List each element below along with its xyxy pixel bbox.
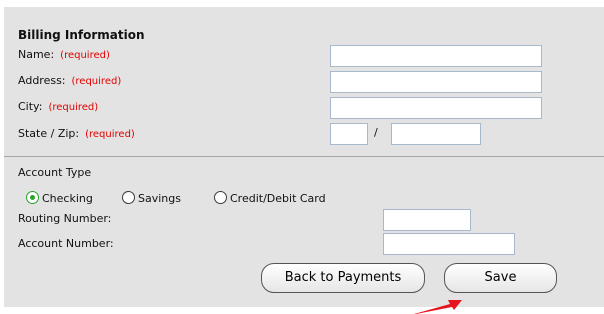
radio-card-label: Credit/Debit Card <box>230 192 326 205</box>
radio-unchecked-icon[interactable] <box>214 191 227 204</box>
radio-savings[interactable]: Savings <box>122 191 181 205</box>
address-label-row: Address: (required) <box>18 74 121 87</box>
zip-field[interactable] <box>391 123 481 145</box>
account-type-label: Account Type <box>18 166 92 179</box>
account-number-field[interactable] <box>383 233 515 255</box>
statezip-label-row: State / Zip: (required) <box>18 127 135 140</box>
name-label-row: Name: (required) <box>18 48 110 61</box>
billing-form-panel: Billing Information Name: (required) Addr… <box>4 7 604 307</box>
city-label-row: City: (required) <box>18 100 98 113</box>
city-label: City: <box>18 100 43 113</box>
radio-savings-label: Savings <box>138 192 181 205</box>
routing-number-field[interactable] <box>383 209 471 231</box>
billing-title: Billing Information <box>18 28 145 42</box>
name-required: (required) <box>60 50 110 61</box>
statezip-label: State / Zip: <box>18 127 80 140</box>
back-to-payments-button[interactable]: Back to Payments <box>261 263 425 293</box>
radio-card[interactable]: Credit/Debit Card <box>214 191 326 205</box>
section-divider <box>4 156 604 157</box>
city-required: (required) <box>48 102 99 113</box>
name-field[interactable] <box>330 45 542 67</box>
radio-unchecked-icon[interactable] <box>122 191 135 204</box>
statezip-required: (required) <box>85 129 135 140</box>
radio-checking[interactable]: Checking <box>26 191 93 205</box>
state-field[interactable] <box>330 123 368 145</box>
radio-checking-label: Checking <box>42 192 93 205</box>
save-button[interactable]: Save <box>444 263 557 293</box>
name-label: Name: <box>18 48 55 61</box>
radio-checked-icon[interactable] <box>26 191 39 204</box>
address-field[interactable] <box>330 71 542 93</box>
city-field[interactable] <box>330 97 542 119</box>
routing-number-label: Routing Number: <box>18 212 112 225</box>
address-label: Address: <box>18 74 66 87</box>
zip-separator: / <box>374 126 378 139</box>
address-required: (required) <box>71 76 122 87</box>
red-arrow-icon <box>414 300 462 314</box>
account-number-label: Account Number: <box>18 237 114 250</box>
